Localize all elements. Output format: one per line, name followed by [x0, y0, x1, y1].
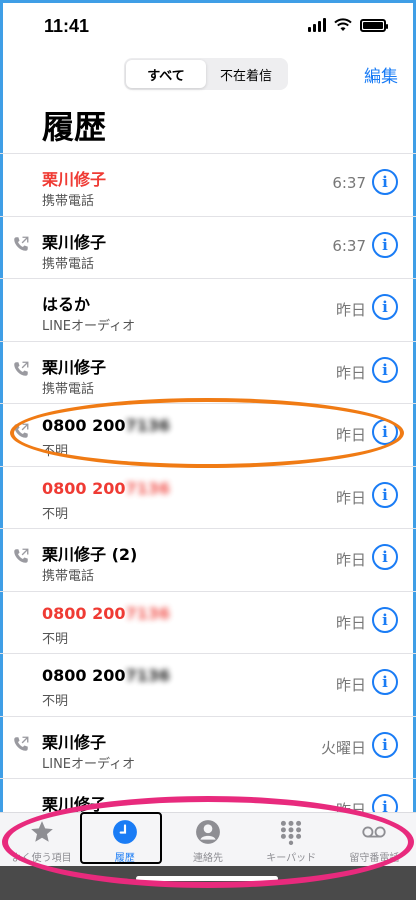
call-row[interactable]: 0800 2007136 不明 昨日 i: [0, 653, 416, 716]
call-type-label: 不明: [42, 506, 69, 522]
call-time: 昨日: [335, 488, 366, 507]
battery-icon: [360, 18, 388, 32]
tab-favorites[interactable]: よく使う項目: [0, 813, 83, 870]
caller-name: 0800 2007136: [42, 604, 170, 623]
outgoing-call-icon: [14, 548, 29, 563]
person-icon: [195, 819, 221, 845]
call-row[interactable]: 栗川修子携帯電話 昨日 i: [0, 340, 416, 404]
call-type-label: 携帯電話: [42, 569, 95, 584]
clock-icon: [112, 819, 138, 845]
caller-name: 栗川修子 (2): [42, 541, 137, 565]
call-time: 昨日: [335, 301, 366, 319]
call-type-label: LINEオーディオ: [42, 319, 136, 334]
call-filter-segmented-control: すべて 不在着信: [124, 58, 288, 90]
caller-name: はるか: [42, 291, 90, 315]
keypad-icon: [278, 819, 304, 845]
call-row[interactable]: 栗川修子 LINEオーディオ 火曜日 i: [0, 715, 416, 779]
caller-name: 0800 2007136: [42, 666, 170, 685]
call-time: 昨日: [335, 613, 366, 632]
call-row[interactable]: 栗川修子 (2) 携帯電話 昨日 i: [0, 528, 416, 591]
caller-name-hidden-part: 7136: [125, 603, 171, 623]
outgoing-call-icon: [14, 361, 29, 376]
outgoing-call-icon: [14, 423, 29, 438]
caller-name-visible: 0800 200: [42, 603, 126, 623]
status-icons: [308, 18, 388, 32]
caller-name: 栗川修子: [42, 229, 106, 253]
status-time: 11:41: [44, 16, 90, 36]
call-time: 昨日: [335, 363, 366, 382]
status-bar: 11:41: [0, 0, 416, 56]
call-time: 昨日: [335, 551, 366, 569]
caller-name: 栗川修子: [42, 729, 106, 753]
caller-name-hidden-part: 7136: [125, 666, 171, 685]
caller-name-visible: 栗川修子: [42, 170, 107, 189]
page-title: 履歴: [42, 108, 107, 146]
call-time: 火曜日: [320, 738, 366, 757]
info-button[interactable]: i: [372, 606, 398, 633]
outgoing-call-icon: [14, 736, 29, 751]
call-row[interactable]: 0800 2007136 不明 昨日 i: [0, 590, 416, 654]
caller-name: 0800 2007136: [42, 479, 170, 498]
caller-name-hidden-part: 7136: [125, 416, 171, 435]
edit-button[interactable]: 編集: [364, 62, 398, 87]
call-type-label: 携帯電話: [42, 381, 95, 397]
info-button[interactable]: i: [372, 544, 398, 570]
info-button[interactable]: i: [372, 231, 398, 258]
call-type-label: 不明: [42, 694, 69, 709]
tab-voicemail-label: 留守番電話: [349, 853, 400, 864]
call-type-label: 携帯電話: [42, 194, 95, 209]
tab-favorites-label: よく使う項目: [11, 853, 72, 864]
tab-bar: よく使う項目 履歴 連絡先 キーパッド 留守番電話: [0, 812, 416, 870]
info-button[interactable]: i: [372, 294, 398, 320]
call-type-label: 不明: [42, 631, 69, 647]
info-button[interactable]: i: [372, 669, 398, 695]
outgoing-call-icon: [14, 236, 29, 251]
call-type-label: 不明: [42, 444, 69, 459]
info-button[interactable]: i: [372, 731, 398, 758]
voicemail-icon: [361, 819, 387, 845]
tab-contacts-label: 連絡先: [193, 853, 223, 864]
info-button[interactable]: i: [372, 481, 398, 508]
call-row[interactable]: 栗川修子携帯電話 6:37 i: [0, 215, 416, 279]
tab-keypad-label: キーパッド: [266, 853, 317, 864]
caller-name-visible: 栗川修子: [42, 232, 107, 252]
call-time: 昨日: [335, 676, 366, 694]
caller-name: 栗川修子: [42, 354, 106, 378]
tab-keypad[interactable]: キーパッド: [250, 813, 333, 870]
call-row[interactable]: 栗川修子携帯電話 6:37 i: [0, 153, 416, 216]
caller-name-visible: 栗川修子 (2): [42, 545, 138, 564]
call-time: 6:37: [332, 174, 366, 192]
home-indicator[interactable]: [136, 876, 278, 881]
call-row[interactable]: 0800 2007136 不明 昨日 i: [0, 465, 416, 529]
tab-recents-label: 履歴: [114, 853, 135, 864]
call-row[interactable]: はるか LINEオーディオ 昨日 i: [0, 278, 416, 341]
caller-name-visible: 0800 200: [42, 416, 126, 435]
star-icon: [29, 819, 55, 845]
caller-name: 0800 2007136: [42, 416, 170, 435]
call-time: 昨日: [335, 426, 366, 444]
info-button[interactable]: i: [372, 169, 398, 195]
info-button[interactable]: i: [372, 356, 398, 383]
caller-name-visible: 0800 200: [42, 666, 126, 685]
caller-name-visible: 0800 200: [42, 478, 126, 498]
caller-name-hidden-part: 7136: [125, 478, 171, 498]
home-area: [0, 866, 416, 900]
tab-voicemail[interactable]: 留守番電話: [333, 813, 416, 870]
call-row[interactable]: 0800 2007136 不明 昨日 i: [0, 403, 416, 466]
call-time: 6:37: [332, 236, 366, 255]
call-type-label: LINEオーディオ: [42, 756, 136, 772]
call-type-label: 携帯電話: [42, 256, 95, 272]
caller-name-visible: 栗川修子: [42, 357, 107, 377]
caller-name: 栗川修子: [42, 166, 106, 190]
tab-contacts[interactable]: 連絡先: [166, 813, 249, 870]
caller-name-visible: 栗川修子: [42, 732, 107, 752]
tab-recents[interactable]: 履歴: [83, 813, 166, 870]
wifi-icon: [334, 18, 352, 31]
signal-icon: [308, 18, 326, 32]
call-history-list: 栗川修子 携帯電話 6:37 i 栗川修子 携帯電話 6:37 i はるか LINEオーディオ 昨日…: [0, 153, 416, 841]
segment-all[interactable]: すべて: [126, 60, 206, 88]
caller-name-visible: はるか: [42, 295, 91, 314]
info-button[interactable]: i: [372, 419, 398, 445]
segment-missed[interactable]: 不在着信: [206, 60, 286, 88]
